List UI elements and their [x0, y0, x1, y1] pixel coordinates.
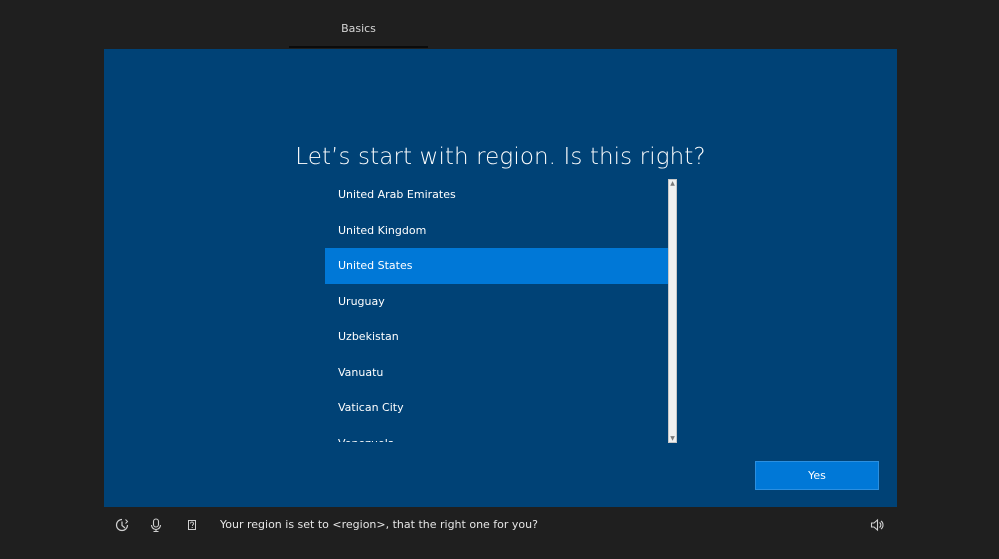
scroll-up-icon[interactable]: ▲ — [670, 181, 675, 187]
bottom-bar: Your region is set to <region>, that the… — [0, 507, 999, 559]
volume-icon[interactable] — [869, 517, 885, 533]
ease-of-access-icon[interactable] — [114, 517, 130, 533]
region-item-united-arab-emirates[interactable]: United Arab Emirates — [325, 177, 668, 213]
region-item-venezuela[interactable]: Venezuela — [325, 426, 668, 442]
microphone-icon[interactable] — [148, 517, 164, 533]
yes-button[interactable]: Yes — [755, 461, 879, 490]
region-item-united-states[interactable]: United States — [325, 248, 668, 284]
region-item-uzbekistan[interactable]: Uzbekistan — [325, 319, 668, 355]
tab-basics: Basics — [289, 0, 428, 48]
region-item-vatican-city[interactable]: Vatican City — [325, 390, 668, 426]
region-item-uruguay[interactable]: Uruguay — [325, 284, 668, 320]
scroll-down-icon[interactable]: ▼ — [670, 436, 675, 442]
keyboard-icon[interactable] — [184, 517, 200, 533]
page-title: Let’s start with region. Is this right? — [295, 144, 706, 170]
region-list[interactable]: United Arab Emirates United Kingdom Unit… — [325, 177, 668, 442]
tab-basics-label: Basics — [341, 22, 376, 35]
region-item-united-kingdom[interactable]: United Kingdom — [325, 213, 668, 249]
narrator-text: Your region is set to <region>, that the… — [220, 518, 538, 531]
region-item-vanuatu[interactable]: Vanuatu — [325, 355, 668, 391]
region-list-scrollbar[interactable]: ▲ ▼ — [668, 179, 677, 443]
